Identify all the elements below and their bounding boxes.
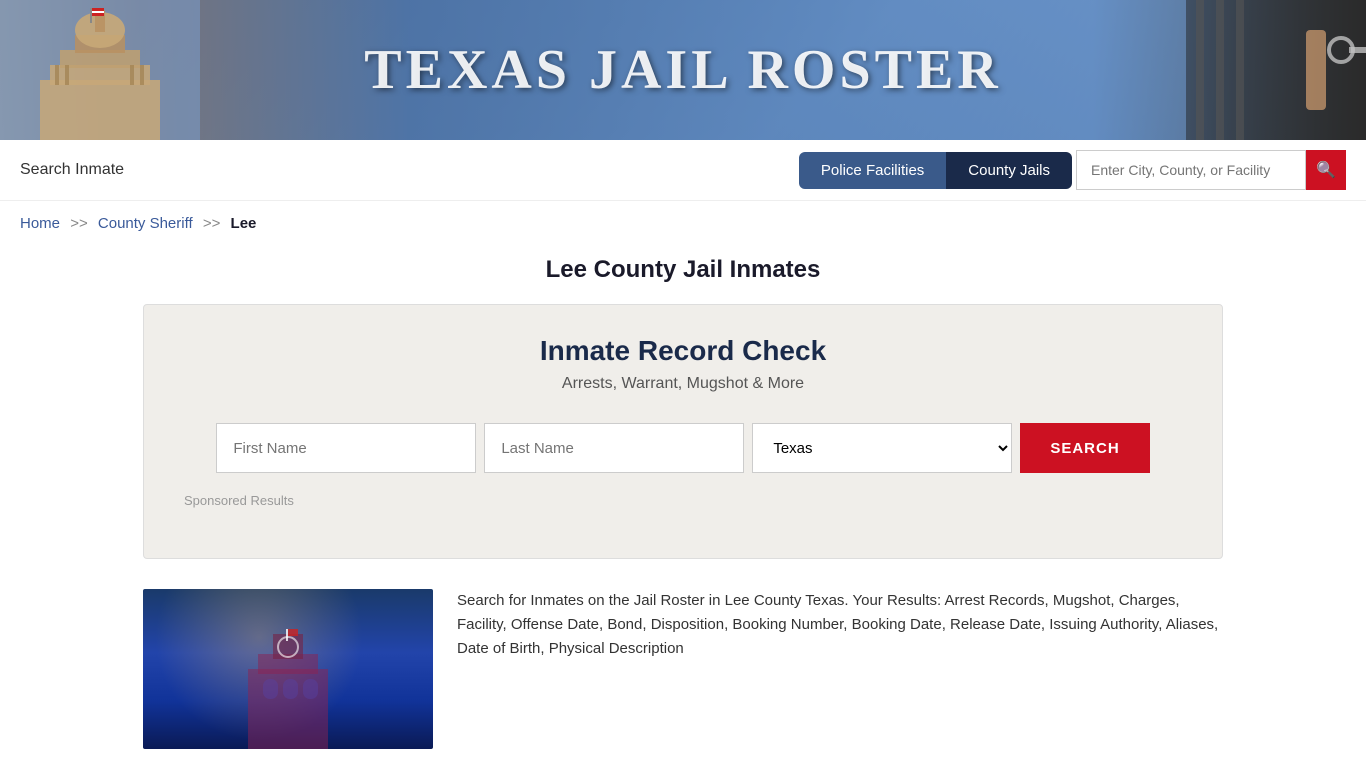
breadcrumb: Home >> County Sheriff >> Lee: [0, 201, 1366, 246]
record-check-title: Inmate Record Check: [184, 335, 1182, 367]
bottom-section: Search for Inmates on the Jail Roster in…: [143, 589, 1223, 749]
breadcrumb-sep-2: >>: [203, 215, 221, 232]
nav-search-wrapper: 🔍: [1076, 150, 1346, 190]
search-inmate-label: Search Inmate: [20, 161, 124, 178]
last-name-input[interactable]: [484, 423, 744, 473]
sponsored-results-label: Sponsored Results: [184, 493, 1182, 508]
police-facilities-button[interactable]: Police Facilities: [799, 152, 946, 189]
record-check-box: Inmate Record Check Arrests, Warrant, Mu…: [143, 304, 1223, 559]
search-icon: 🔍: [1316, 160, 1336, 180]
capitol-image: [0, 0, 200, 140]
breadcrumb-sep-1: >>: [70, 215, 88, 232]
record-search-button[interactable]: SEARCH: [1020, 423, 1149, 473]
keys-image: [1186, 0, 1366, 140]
page-title: Lee County Jail Inmates: [20, 256, 1346, 284]
county-jails-button[interactable]: County Jails: [946, 152, 1072, 189]
county-image: [143, 589, 433, 749]
nav-label: Search Inmate: [20, 161, 799, 179]
record-check-form: AlabamaAlaskaArizonaArkansasCaliforniaCo…: [184, 423, 1182, 473]
bottom-description: Search for Inmates on the Jail Roster in…: [457, 589, 1223, 661]
state-select[interactable]: AlabamaAlaskaArizonaArkansasCaliforniaCo…: [752, 423, 1012, 473]
nav-buttons: Police Facilities County Jails 🔍: [799, 150, 1346, 190]
page-title-wrapper: Lee County Jail Inmates: [0, 246, 1366, 304]
nav-search-button[interactable]: 🔍: [1306, 150, 1346, 190]
first-name-input[interactable]: [216, 423, 476, 473]
breadcrumb-county-sheriff-link[interactable]: County Sheriff: [98, 215, 193, 232]
building-svg: [228, 629, 348, 749]
breadcrumb-current: Lee: [231, 215, 257, 232]
nav-search-input[interactable]: [1076, 150, 1306, 190]
header-banner: Texas Jail Roster: [0, 0, 1366, 140]
main-content: Inmate Record Check Arrests, Warrant, Mu…: [123, 304, 1243, 769]
record-check-subtitle: Arrests, Warrant, Mugshot & More: [184, 375, 1182, 393]
breadcrumb-home-link[interactable]: Home: [20, 215, 60, 232]
navigation-bar: Search Inmate Police Facilities County J…: [0, 140, 1366, 201]
site-title: Texas Jail Roster: [364, 38, 1002, 102]
